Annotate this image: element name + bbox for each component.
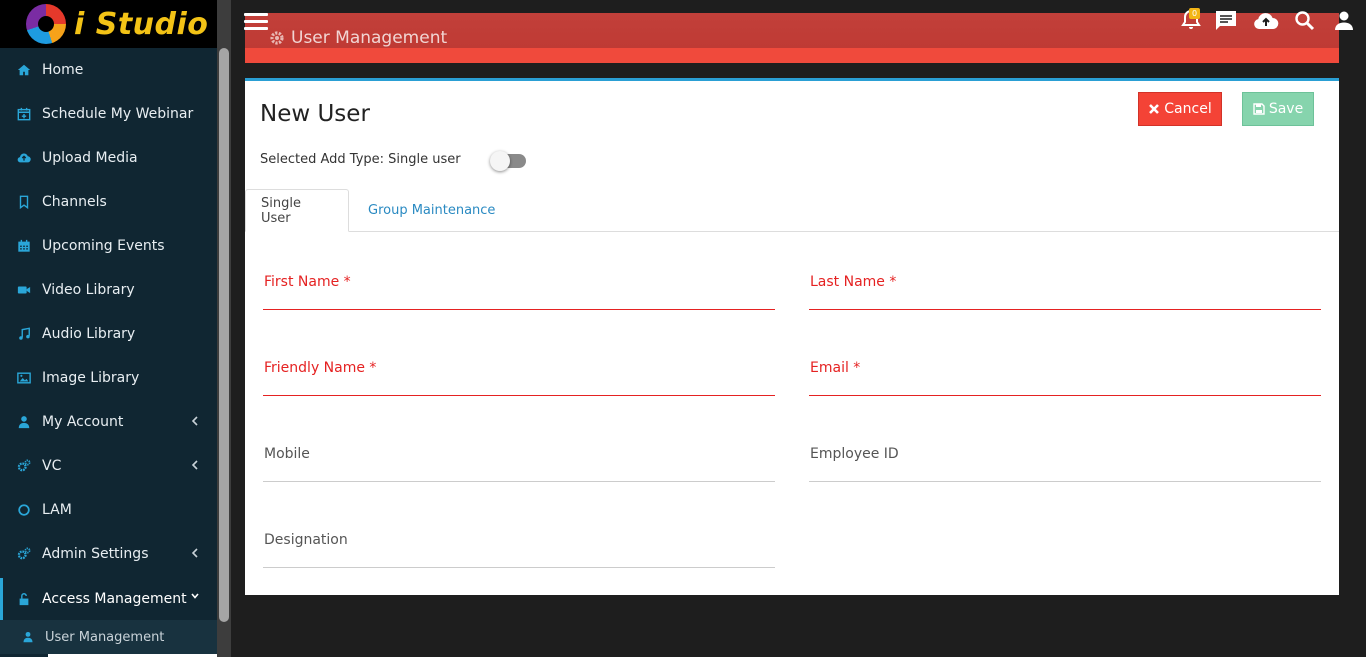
sidebar-item-audio-library[interactable]: Audio Library: [0, 312, 217, 356]
chevron-left-icon: [191, 548, 198, 558]
friendly-name-field[interactable]: Friendly Name *: [263, 360, 775, 396]
circle-icon: [17, 503, 31, 517]
user-icon: [22, 631, 34, 643]
designation-underline: [263, 567, 775, 568]
sidebar-item-label: Audio Library: [42, 326, 136, 342]
gears-icon: [17, 547, 31, 561]
music-note-icon: [17, 327, 31, 341]
designation-field[interactable]: Designation: [263, 532, 775, 568]
home-icon: [17, 63, 31, 77]
calendar-icon: [17, 239, 31, 253]
gears-icon: [17, 459, 31, 473]
logo: i Studio: [0, 0, 217, 48]
sidebar-item-label: Image Library: [42, 370, 140, 386]
last-name-label: Last Name *: [810, 274, 897, 290]
sidebar-item-lam[interactable]: LAM: [0, 488, 217, 532]
tab-group-maintenance[interactable]: Group Maintenance: [353, 189, 510, 232]
sidebar-item-label: Video Library: [42, 282, 135, 298]
sidebar-item-my-account[interactable]: My Account: [0, 400, 217, 444]
email-field[interactable]: Email *: [809, 360, 1321, 396]
designation-label: Designation: [264, 532, 348, 548]
sidebar-item-admin-settings[interactable]: Admin Settings: [0, 532, 217, 576]
last-name-field[interactable]: Last Name *: [809, 274, 1321, 310]
search-icon[interactable]: [1293, 9, 1317, 33]
add-type-toggle[interactable]: [490, 150, 526, 171]
mobile-field[interactable]: Mobile: [263, 446, 775, 482]
last-name-underline: [809, 309, 1321, 310]
sidebar-item-label: VC: [42, 458, 62, 474]
sidebar-nav: Home Schedule My Webinar Upload Media Ch…: [0, 48, 217, 654]
sidebar-item-label: Home: [42, 62, 84, 78]
sidebar: i Studio Home Schedule My Webinar Upload…: [0, 0, 217, 657]
friendly-name-underline: [263, 395, 775, 396]
logo-mark-icon: [26, 4, 66, 44]
sidebar-item-label: LAM: [42, 502, 72, 518]
employee-id-underline: [809, 481, 1321, 482]
sidebar-item-channels[interactable]: Channels: [0, 180, 217, 224]
email-label: Email *: [810, 360, 861, 376]
bookmark-icon: [17, 195, 31, 209]
chevron-left-icon: [191, 460, 198, 470]
sidebar-item-label: My Account: [42, 414, 124, 430]
sidebar-item-image-library[interactable]: Image Library: [0, 356, 217, 400]
page-header-title-text: User Management: [291, 28, 448, 48]
add-type-label: Selected Add Type: Single user: [260, 152, 461, 167]
sidebar-item-upload-media[interactable]: Upload Media: [0, 136, 217, 180]
first-name-field[interactable]: First Name *: [263, 274, 775, 310]
user-icon: [17, 415, 31, 429]
video-camera-icon: [17, 283, 31, 297]
cloud-upload-icon: [17, 151, 31, 165]
image-icon: [17, 371, 31, 385]
sidebar-scrollbar-thumb[interactable]: [219, 48, 229, 622]
first-name-label: First Name *: [264, 274, 351, 290]
sidebar-item-label: Upcoming Events: [42, 238, 165, 254]
sidebar-item-video-library[interactable]: Video Library: [0, 268, 217, 312]
logo-text: i Studio: [74, 6, 209, 42]
toggle-knob: [490, 151, 510, 171]
sidebar-item-schedule-webinar[interactable]: Schedule My Webinar: [0, 92, 217, 136]
sidebar-item-upcoming-events[interactable]: Upcoming Events: [0, 224, 217, 268]
chevron-down-icon: [191, 593, 199, 599]
calendar-plus-icon: [17, 107, 31, 121]
cloud-upload-icon[interactable]: [1253, 9, 1279, 33]
cancel-button-label: Cancel: [1164, 101, 1212, 117]
sidebar-item-label: Upload Media: [42, 150, 138, 166]
tab-single-user[interactable]: Single User: [245, 189, 349, 232]
user-icon[interactable]: [1332, 9, 1356, 33]
page-title: New User: [260, 101, 370, 127]
gear-icon: [270, 31, 284, 45]
sidebar-subitem-user-management[interactable]: User Management: [0, 620, 217, 654]
mobile-underline: [263, 481, 775, 482]
sidebar-item-vc[interactable]: VC: [0, 444, 217, 488]
floppy-disk-icon: [1253, 103, 1265, 115]
unlock-icon: [17, 592, 31, 606]
notification-count-badge: 0: [1189, 8, 1200, 19]
close-icon: [1149, 104, 1160, 114]
menu-icon[interactable]: [244, 13, 268, 31]
sidebar-item-home[interactable]: Home: [0, 48, 217, 92]
sidebar-item-label: Schedule My Webinar: [42, 106, 194, 122]
save-button[interactable]: Save: [1242, 92, 1314, 126]
chevron-left-icon: [191, 416, 198, 426]
new-user-card: New User Selected Add Type: Single user …: [245, 78, 1339, 595]
cancel-button[interactable]: Cancel: [1138, 92, 1222, 126]
first-name-underline: [263, 309, 775, 310]
sidebar-item-label: Channels: [42, 194, 107, 210]
page-header-title: User Management: [269, 27, 447, 49]
chat-icon[interactable]: [1214, 9, 1238, 33]
email-underline: [809, 395, 1321, 396]
employee-id-field[interactable]: Employee ID: [809, 446, 1321, 482]
save-button-label: Save: [1268, 101, 1304, 117]
mobile-label: Mobile: [264, 446, 310, 462]
sidebar-item-label: Access Management: [42, 591, 187, 607]
friendly-name-label: Friendly Name *: [264, 360, 377, 376]
sidebar-item-access-management[interactable]: Access Management: [0, 578, 217, 620]
app-window: i Studio Home Schedule My Webinar Upload…: [0, 0, 1366, 657]
sidebar-item-label: Admin Settings: [42, 546, 149, 562]
sidebar-subitem-label: User Management: [45, 629, 165, 645]
employee-id-label: Employee ID: [810, 446, 899, 462]
